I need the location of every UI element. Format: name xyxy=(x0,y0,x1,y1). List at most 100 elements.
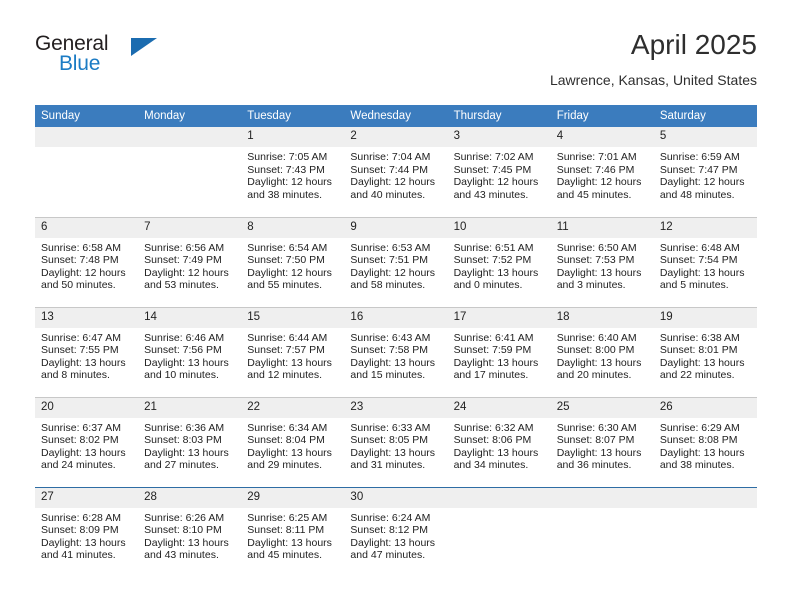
day-cell[interactable] xyxy=(35,127,139,217)
sunrise-text: Sunrise: 6:59 AM xyxy=(659,151,740,163)
daylight-text-line2: and 5 minutes. xyxy=(659,279,729,292)
weekday-header-wednesday: Wednesday xyxy=(344,105,448,127)
sunrise-text: Sunrise: 7:02 AM xyxy=(453,151,534,163)
sunrise-text: Sunrise: 6:47 AM xyxy=(41,331,121,344)
sunset-text: Sunset: 8:04 PM xyxy=(247,434,325,447)
day-number: 20 xyxy=(35,397,139,418)
day-cell[interactable]: 10 Sunrise: 6:51 AM Sunset: 7:52 PM Dayl… xyxy=(447,216,551,307)
sunset-text: Sunset: 7:43 PM xyxy=(247,163,325,176)
day-cell[interactable] xyxy=(653,486,757,577)
sunrise-text: Sunrise: 6:30 AM xyxy=(556,421,637,434)
day-cell[interactable]: 14 Sunrise: 6:46 AM Sunset: 7:56 PM Dayl… xyxy=(138,306,242,397)
day-number: 14 xyxy=(138,307,242,328)
day-details: Sunrise: 6:48 AM Sunset: 7:54 PM Dayligh… xyxy=(654,238,757,292)
day-cell[interactable]: 15 Sunrise: 6:44 AM Sunset: 7:57 PM Dayl… xyxy=(241,306,345,397)
day-cell[interactable]: 16 Sunrise: 6:43 AM Sunset: 7:58 PM Dayl… xyxy=(344,306,448,397)
day-cell[interactable]: 8 Sunrise: 6:54 AM Sunset: 7:50 PM Dayli… xyxy=(241,216,345,307)
sunset-text: Sunset: 8:09 PM xyxy=(41,524,119,537)
day-number: 21 xyxy=(138,397,242,418)
day-cell[interactable]: 5 Sunrise: 6:59 AM Sunset: 7:47 PM Dayli… xyxy=(653,127,757,217)
day-cell[interactable]: 17 Sunrise: 6:41 AM Sunset: 7:59 PM Dayl… xyxy=(447,306,551,397)
day-cell[interactable] xyxy=(447,486,551,577)
week-row: 27 Sunrise: 6:28 AM Sunset: 8:09 PM Dayl… xyxy=(35,486,757,577)
day-number xyxy=(35,127,139,147)
day-number: 18 xyxy=(550,307,654,328)
day-cell[interactable]: 2 Sunrise: 7:04 AM Sunset: 7:44 PM Dayli… xyxy=(344,127,448,217)
sunrise-text: Sunrise: 6:32 AM xyxy=(453,421,534,434)
day-cell[interactable]: 6 Sunrise: 6:58 AM Sunset: 7:48 PM Dayli… xyxy=(35,216,139,307)
week-row: 6 Sunrise: 6:58 AM Sunset: 7:48 PM Dayli… xyxy=(35,216,757,307)
daylight-text-line2: and 29 minutes. xyxy=(247,459,322,472)
week-row: 20 Sunrise: 6:37 AM Sunset: 8:02 PM Dayl… xyxy=(35,396,757,487)
day-number: 30 xyxy=(344,487,448,508)
daylight-text-line1: Daylight: 13 hours xyxy=(247,536,332,549)
day-details: Sunrise: 6:28 AM Sunset: 8:09 PM Dayligh… xyxy=(35,508,138,562)
day-cell[interactable]: 22 Sunrise: 6:34 AM Sunset: 8:04 PM Dayl… xyxy=(241,396,345,487)
daylight-text-line1: Daylight: 13 hours xyxy=(453,356,539,369)
day-details xyxy=(654,508,757,512)
day-cell[interactable]: 19 Sunrise: 6:38 AM Sunset: 8:01 PM Dayl… xyxy=(653,306,757,397)
day-cell[interactable]: 3 Sunrise: 7:02 AM Sunset: 7:45 PM Dayli… xyxy=(447,127,551,217)
weekday-header-saturday: Saturday xyxy=(653,105,757,127)
daylight-text-line2: and 53 minutes. xyxy=(144,279,219,292)
daylight-text-line2: and 20 minutes. xyxy=(556,369,632,382)
day-details xyxy=(448,508,551,512)
day-number: 2 xyxy=(344,127,448,147)
sunrise-text: Sunrise: 6:38 AM xyxy=(659,331,740,344)
sunrise-text: Sunrise: 7:04 AM xyxy=(350,151,431,163)
daylight-text-line2: and 50 minutes. xyxy=(41,279,116,292)
day-cell[interactable]: 24 Sunrise: 6:32 AM Sunset: 8:06 PM Dayl… xyxy=(447,396,551,487)
day-cell[interactable]: 30 Sunrise: 6:24 AM Sunset: 8:12 PM Dayl… xyxy=(344,486,448,577)
day-cell[interactable]: 26 Sunrise: 6:29 AM Sunset: 8:08 PM Dayl… xyxy=(653,396,757,487)
day-cell[interactable]: 20 Sunrise: 6:37 AM Sunset: 8:02 PM Dayl… xyxy=(35,396,139,487)
day-number: 24 xyxy=(447,397,551,418)
day-cell[interactable]: 25 Sunrise: 6:30 AM Sunset: 8:07 PM Dayl… xyxy=(550,396,654,487)
sunrise-text: Sunrise: 6:58 AM xyxy=(41,241,121,254)
daylight-text-line1: Daylight: 12 hours xyxy=(453,176,539,189)
day-cell[interactable]: 29 Sunrise: 6:25 AM Sunset: 8:11 PM Dayl… xyxy=(241,486,345,577)
day-details: Sunrise: 6:50 AM Sunset: 7:53 PM Dayligh… xyxy=(551,238,654,292)
day-details: Sunrise: 6:44 AM Sunset: 7:57 PM Dayligh… xyxy=(241,328,344,382)
day-number: 26 xyxy=(653,397,757,418)
sunrise-text: Sunrise: 6:40 AM xyxy=(556,331,637,344)
day-cell[interactable]: 23 Sunrise: 6:33 AM Sunset: 8:05 PM Dayl… xyxy=(344,396,448,487)
day-cell[interactable]: 18 Sunrise: 6:40 AM Sunset: 8:00 PM Dayl… xyxy=(550,306,654,397)
day-cell[interactable]: 4 Sunrise: 7:01 AM Sunset: 7:46 PM Dayli… xyxy=(550,127,654,217)
day-cell[interactable] xyxy=(550,486,654,577)
daylight-text-line1: Daylight: 12 hours xyxy=(247,266,332,279)
day-cell[interactable]: 21 Sunrise: 6:36 AM Sunset: 8:03 PM Dayl… xyxy=(138,396,242,487)
day-details: Sunrise: 6:59 AM Sunset: 7:47 PM Dayligh… xyxy=(654,147,757,201)
daylight-text-line1: Daylight: 13 hours xyxy=(41,356,126,369)
daylight-text-line1: Daylight: 13 hours xyxy=(350,446,436,459)
sunset-text: Sunset: 7:50 PM xyxy=(247,254,325,267)
day-cell[interactable]: 1 Sunrise: 7:05 AM Sunset: 7:43 PM Dayli… xyxy=(241,127,345,217)
day-cell[interactable]: 11 Sunrise: 6:50 AM Sunset: 7:53 PM Dayl… xyxy=(550,216,654,307)
day-cell[interactable]: 7 Sunrise: 6:56 AM Sunset: 7:49 PM Dayli… xyxy=(138,216,242,307)
day-details: Sunrise: 7:01 AM Sunset: 7:46 PM Dayligh… xyxy=(551,147,654,201)
day-cell[interactable]: 13 Sunrise: 6:47 AM Sunset: 7:55 PM Dayl… xyxy=(35,306,139,397)
day-cell[interactable]: 9 Sunrise: 6:53 AM Sunset: 7:51 PM Dayli… xyxy=(344,216,448,307)
daylight-text-line1: Daylight: 13 hours xyxy=(659,266,745,279)
day-details: Sunrise: 7:05 AM Sunset: 7:43 PM Dayligh… xyxy=(241,147,344,201)
day-cell[interactable] xyxy=(138,127,242,217)
sunset-text: Sunset: 8:00 PM xyxy=(556,344,635,357)
daylight-text-line2: and 38 minutes. xyxy=(247,188,322,201)
day-number: 9 xyxy=(344,217,448,238)
generalblue-logo[interactable]: General Blue xyxy=(35,33,195,89)
sunrise-text: Sunrise: 6:48 AM xyxy=(659,241,740,254)
sunrise-text: Sunrise: 6:24 AM xyxy=(350,511,431,524)
day-number: 8 xyxy=(241,217,345,238)
daylight-text-line1: Daylight: 13 hours xyxy=(144,356,229,369)
day-details: Sunrise: 6:34 AM Sunset: 8:04 PM Dayligh… xyxy=(241,418,344,472)
sunset-text: Sunset: 7:53 PM xyxy=(556,254,635,267)
day-details: Sunrise: 6:33 AM Sunset: 8:05 PM Dayligh… xyxy=(344,418,447,472)
sunrise-text: Sunrise: 6:54 AM xyxy=(247,241,328,254)
day-cell[interactable]: 28 Sunrise: 6:26 AM Sunset: 8:10 PM Dayl… xyxy=(138,486,242,577)
sunset-text: Sunset: 8:08 PM xyxy=(659,434,738,447)
daylight-text-line2: and 45 minutes. xyxy=(556,188,632,201)
day-cell[interactable]: 12 Sunrise: 6:48 AM Sunset: 7:54 PM Dayl… xyxy=(653,216,757,307)
day-number: 27 xyxy=(35,487,139,508)
calendar-body: 1 Sunrise: 7:05 AM Sunset: 7:43 PM Dayli… xyxy=(35,127,757,577)
day-cell[interactable]: 27 Sunrise: 6:28 AM Sunset: 8:09 PM Dayl… xyxy=(35,486,139,577)
sunrise-text: Sunrise: 6:41 AM xyxy=(453,331,534,344)
